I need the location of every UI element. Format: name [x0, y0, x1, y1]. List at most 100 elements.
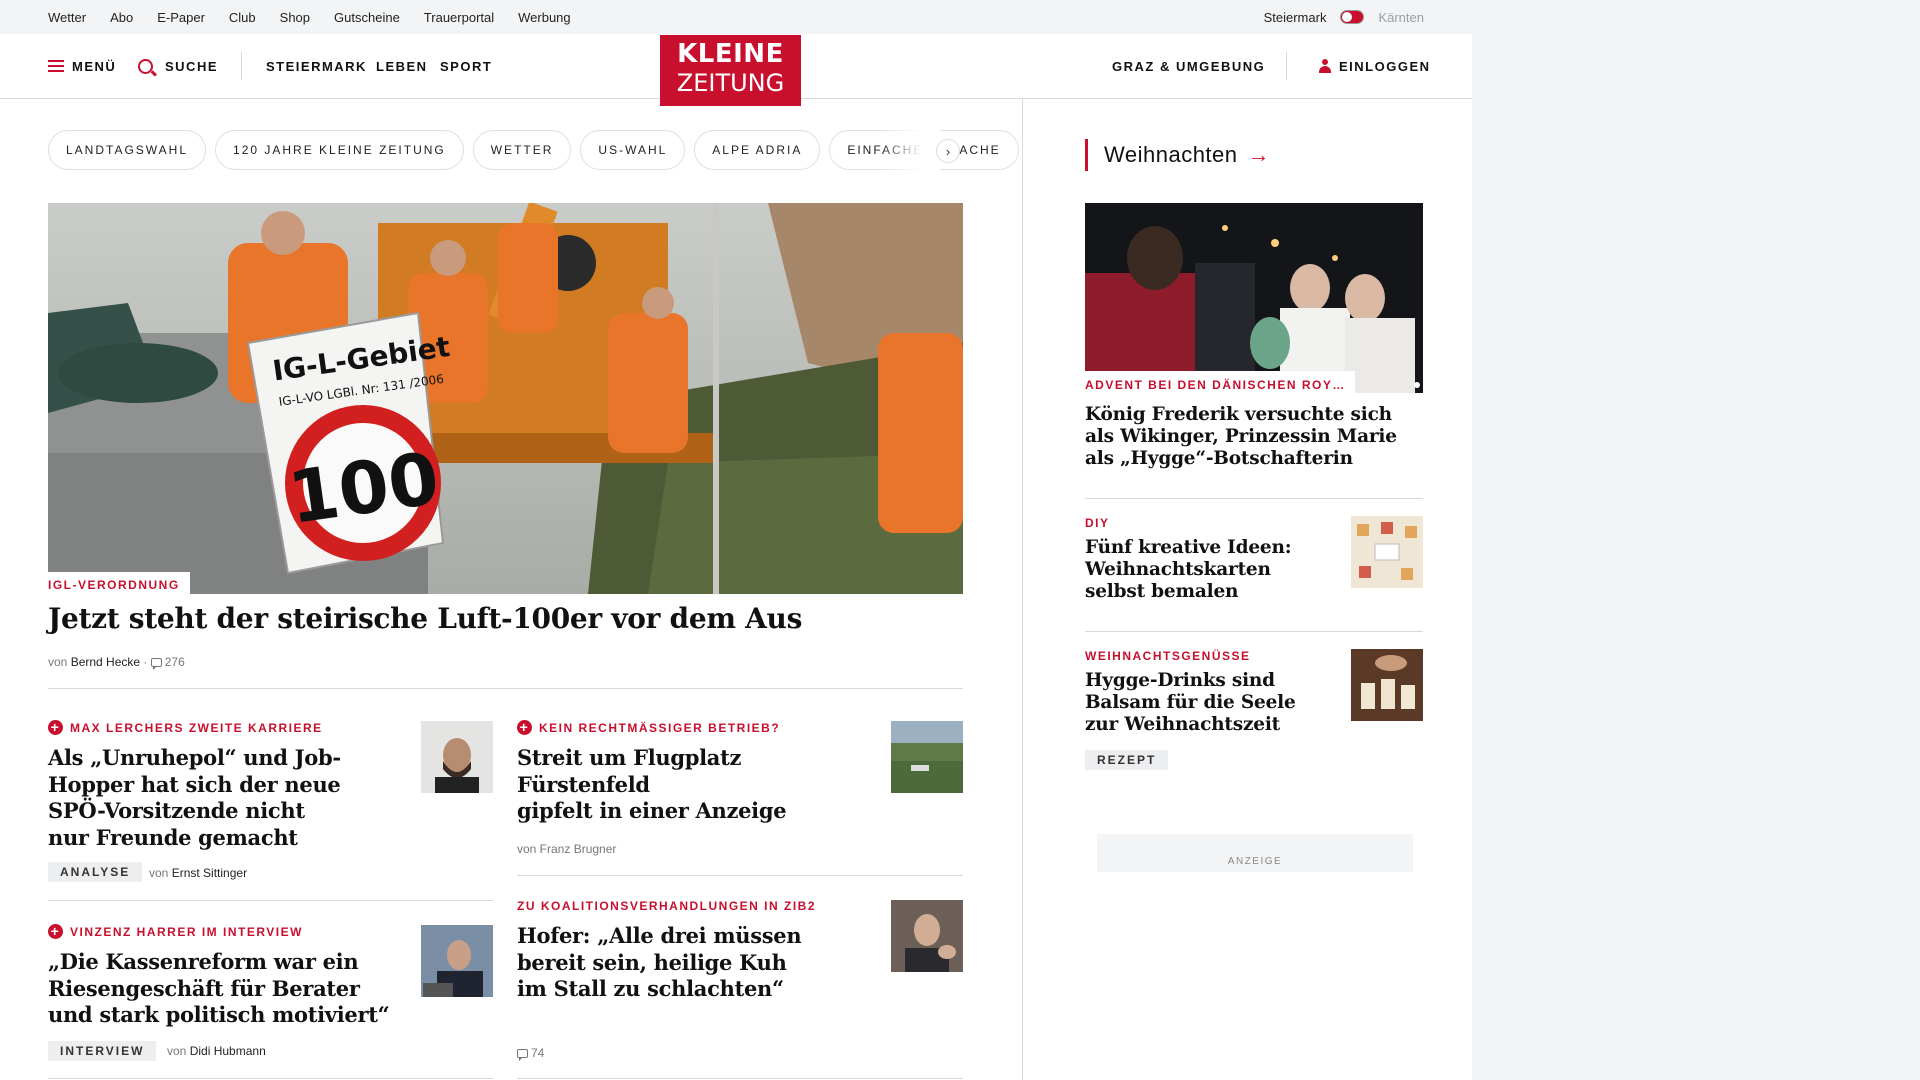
nav-graz-umgebung[interactable]: GRAZ & UMGEBUNG: [1112, 34, 1265, 98]
christmas-cards-photo: [1351, 516, 1423, 588]
advent-photo: [1085, 203, 1423, 393]
teaser2-byline[interactable]: von Franz Brugner: [517, 842, 616, 856]
sidebar-item2-title[interactable]: Hygge-Drinks sind Balsam für die Seele z…: [1085, 670, 1315, 736]
region-switch: Steiermark Kärnten: [1264, 0, 1424, 34]
utility-link-epaper[interactable]: E-Paper: [157, 10, 205, 25]
chip-us-wahl[interactable]: US-WAHL: [580, 130, 686, 170]
arrow-right-icon: →: [1247, 142, 1271, 167]
login-button[interactable]: EINLOGGEN: [1319, 34, 1431, 98]
chip-alpe-adria[interactable]: ALPE ADRIA: [694, 130, 821, 170]
search-button[interactable]: SUCHE: [138, 34, 218, 98]
menu-label: MENÜ: [72, 58, 117, 74]
utility-link-shop[interactable]: Shop: [280, 10, 310, 25]
plus-icon: +: [517, 720, 532, 735]
chevron-right-icon: ›: [945, 143, 951, 159]
teaser2-thumbnail[interactable]: [891, 721, 963, 793]
sidebar-item1-title-line: Weihnachtskarten: [1085, 559, 1271, 580]
comment-icon: [150, 658, 162, 670]
sidebar-lead-kicker[interactable]: ADVENT BEI DEN DÄNISCHEN ROY…: [1085, 378, 1346, 392]
hero-comment-count[interactable]: 276: [165, 655, 185, 669]
utility-link-abo[interactable]: Abo: [110, 10, 133, 25]
section-heading[interactable]: Weihnachten →: [1085, 139, 1270, 171]
nav-leben[interactable]: LEBEN: [376, 34, 428, 98]
divider: [517, 875, 963, 876]
hero-title[interactable]: Jetzt steht der steirische Luft-100er vo…: [48, 602, 802, 635]
teaser4-comment-count[interactable]: 74: [531, 1046, 544, 1060]
teaser3-title[interactable]: „Die Kassenreform war ein Riesengeschäft…: [48, 949, 408, 1029]
hero-image[interactable]: IG-L-Gebiet IG-L-VO LGBl. Nr: 131 /2006 …: [48, 203, 963, 594]
teaser4-kicker[interactable]: ZU KOALITIONSVERHANDLUNGEN IN ZIB2: [517, 899, 816, 913]
logo-line1: KLEINE: [677, 39, 784, 69]
teaser3-thumbnail[interactable]: [421, 925, 493, 997]
plus-icon: +: [48, 720, 63, 735]
nav-steiermark[interactable]: STEIERMARK: [266, 34, 367, 98]
teaser3-byline: von Didi Hubmann: [167, 1044, 266, 1058]
teaser3-author[interactable]: Didi Hubmann: [190, 1044, 266, 1058]
teaser4-kicker-text: ZU KOALITIONSVERHANDLUNGEN IN ZIB2: [517, 899, 817, 913]
sidebar-item2-kicker[interactable]: WEIHNACHTSGENÜSSE: [1085, 649, 1251, 663]
teaser1-thumbnail[interactable]: [421, 721, 493, 793]
teaser1-title[interactable]: Als „Unruhepol“ und Job- Hopper hat sich…: [48, 745, 378, 851]
sidebar-lead-image[interactable]: [1085, 203, 1423, 393]
utility-link-club[interactable]: Club: [229, 10, 256, 25]
tag-interview[interactable]: INTERVIEW: [48, 1041, 157, 1061]
sidebar-item2-title-line: zur Weihnachtszeit: [1085, 714, 1281, 735]
chips-next-button[interactable]: ›: [936, 139, 960, 163]
sidebar-item1-thumbnail[interactable]: [1351, 516, 1423, 588]
utility-link-wetter[interactable]: Wetter: [48, 10, 86, 25]
utility-link-trauerportal[interactable]: Trauerportal: [424, 10, 494, 25]
teaser1-kicker[interactable]: + MAX LERCHERS ZWEITE KARRIERE: [48, 720, 323, 735]
aerial-photo: [891, 721, 963, 793]
teaser3-kicker[interactable]: + VINZENZ HARRER IM INTERVIEW: [48, 924, 303, 939]
region-toggle[interactable]: [1340, 10, 1365, 24]
teaser3-title-line: Riesengeschäft für Berater: [48, 975, 360, 1001]
section-title: Weihnachten: [1104, 142, 1238, 167]
teaser3-title-line: „Die Kassenreform war ein: [48, 949, 359, 974]
sidebar-item1-title[interactable]: Fünf kreative Ideen: Weihnachtskarten se…: [1085, 537, 1315, 603]
region-kaernten[interactable]: Kärnten: [1378, 10, 1424, 25]
chip-landtagswahl[interactable]: LANDTAGSWAHL: [48, 130, 207, 170]
sidebar-item1-kicker[interactable]: DIY: [1085, 516, 1110, 530]
search-label: SUCHE: [165, 58, 219, 74]
sidebar-item1-title-line: selbst bemalen: [1085, 581, 1239, 602]
chip-wetter[interactable]: WETTER: [472, 130, 572, 170]
utility-link-gutscheine[interactable]: Gutscheine: [334, 10, 400, 25]
teaser4-thumbnail[interactable]: [891, 900, 963, 972]
sidebar-lead-title-line: als Wikinger, Prinzessin Marie: [1085, 426, 1397, 447]
kleine-zeitung-logo[interactable]: KLEINE ZEITUNG: [660, 35, 801, 106]
teaser3-kicker-text: VINZENZ HARRER IM INTERVIEW: [70, 924, 303, 939]
portrait-photo: [891, 900, 963, 972]
topic-chips: LANDTAGSWAHL 120 JAHRE KLEINE ZEITUNG WE…: [48, 130, 1019, 170]
sidebar-item1-title-line: Fünf kreative Ideen:: [1085, 537, 1292, 558]
teaser2-title[interactable]: Streit um Flugplatz Fürstenfeld gipfelt …: [517, 745, 862, 825]
user-icon: [1319, 59, 1331, 73]
teaser2-title-line: Streit um Flugplatz Fürstenfeld: [517, 745, 742, 797]
page: Wetter Abo E-Paper Club Shop Gutscheine …: [0, 0, 1472, 1080]
divider: [48, 1078, 493, 1079]
tag-rezept[interactable]: REZEPT: [1085, 750, 1169, 770]
logo-line2: ZEITUNG: [676, 69, 785, 97]
teaser2-kicker-text: KEIN RECHTMÄSSIGER BETRIEB?: [539, 720, 781, 735]
hero-kicker[interactable]: IGL-VERORDNUNG: [48, 578, 180, 592]
hamburger-icon: [48, 60, 64, 72]
menu-button[interactable]: MENÜ: [48, 34, 116, 98]
hero-author[interactable]: Bernd Hecke: [71, 655, 140, 669]
byline-prefix: von: [167, 1044, 187, 1058]
sidebar-item2-thumbnail[interactable]: [1351, 649, 1423, 721]
chip-120-jahre[interactable]: 120 JAHRE KLEINE ZEITUNG: [215, 130, 464, 170]
teaser2-kicker[interactable]: + KEIN RECHTMÄSSIGER BETRIEB?: [517, 720, 780, 735]
region-steiermark[interactable]: Steiermark: [1264, 10, 1327, 25]
sidebar-lead-title[interactable]: König Frederik versuchte sich als Wiking…: [1085, 404, 1415, 470]
teaser4-title-line: im Stall zu schlachten“: [517, 976, 784, 1001]
teaser1-byline: von Ernst Sittinger: [149, 866, 247, 880]
nav-sport[interactable]: SPORT: [440, 34, 492, 98]
teaser4-title[interactable]: Hofer: „Alle drei müssen bereit sein, he…: [517, 923, 837, 1003]
login-label: EINLOGGEN: [1339, 58, 1431, 74]
divider: [1085, 498, 1423, 499]
divider: [48, 900, 493, 901]
tag-analyse[interactable]: ANALYSE: [48, 862, 143, 882]
plus-icon: +: [48, 924, 63, 939]
teaser1-author[interactable]: Ernst Sittinger: [172, 866, 247, 880]
utility-link-werbung[interactable]: Werbung: [518, 10, 571, 25]
divider: [48, 688, 963, 689]
